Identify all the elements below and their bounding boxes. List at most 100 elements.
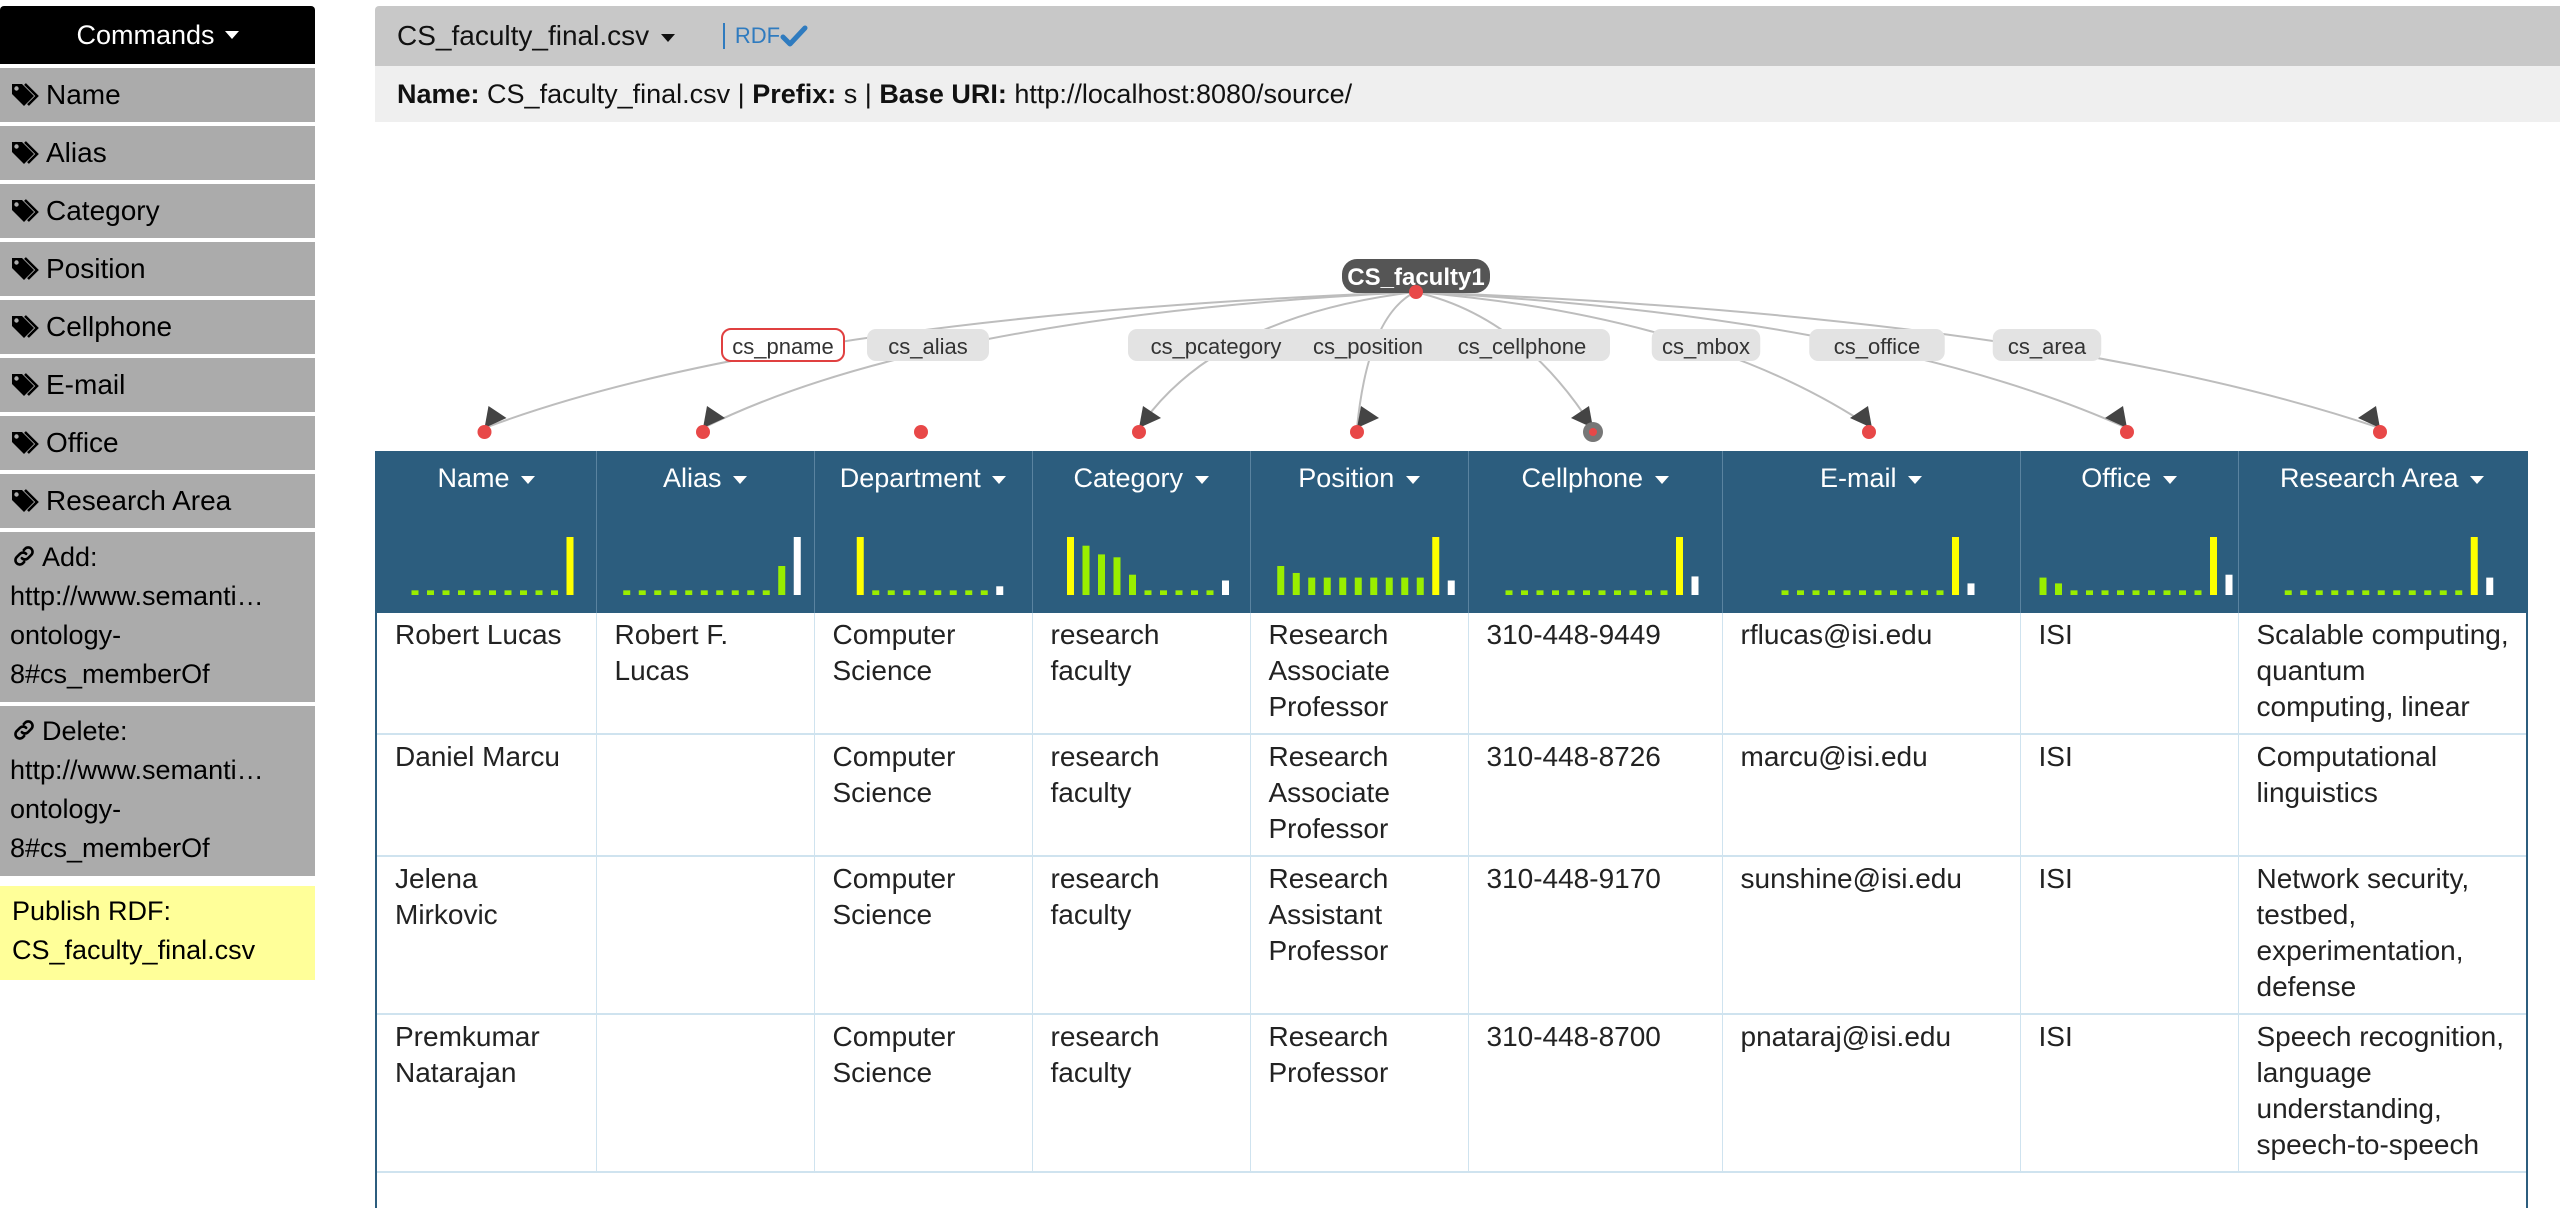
prefix-value: s: [843, 78, 858, 109]
graph-column-node[interactable]: [477, 425, 492, 439]
histogram-bar: [1400, 577, 1408, 595]
sidebar-item-office[interactable]: Office: [0, 416, 315, 470]
table-cell[interactable]: [596, 856, 815, 1015]
table-cell[interactable]: rflucas@isi.edu: [1722, 613, 2021, 735]
table-cell[interactable]: Research Associate Professor: [1250, 613, 1469, 735]
graph-column-node[interactable]: [1862, 425, 1876, 439]
table-cell[interactable]: Computer Science: [814, 1014, 1033, 1173]
table-cell[interactable]: [596, 734, 815, 857]
column-header-department[interactable]: Department: [814, 451, 1033, 613]
sidebar-item-name[interactable]: Name: [0, 68, 315, 122]
graph-column-node[interactable]: [914, 425, 928, 439]
delete-command[interactable]: Delete: http://www.semanti… ontology- 8#…: [0, 706, 315, 876]
column-header-e-mail[interactable]: E-mail: [1722, 451, 2021, 613]
graph-column-node[interactable]: [2373, 425, 2387, 439]
table-cell[interactable]: pnataraj@isi.edu: [1722, 1014, 2021, 1173]
property-label-cs-mbox[interactable]: cs_mbox: [1651, 329, 1761, 361]
graph-column-node[interactable]: [2120, 425, 2134, 439]
column-header-menu[interactable]: E-mail: [1723, 463, 2020, 494]
worksheet-title-menu[interactable]: CS_faculty_final.csv: [397, 20, 675, 52]
column-header-office[interactable]: Office: [2020, 451, 2239, 613]
table-cell[interactable]: research faculty: [1032, 1014, 1251, 1173]
class-node-root[interactable]: CS_faculty1: [1342, 259, 1490, 299]
tags-icon: [12, 431, 39, 454]
property-label-cs-position[interactable]: cs_position: [1286, 329, 1450, 361]
table-cell[interactable]: Computational linguistics: [2238, 734, 2526, 857]
rdf-status[interactable]: RDF: [722, 23, 808, 49]
table-cell[interactable]: ISI: [2020, 734, 2239, 857]
histogram-bar: [1567, 590, 1574, 595]
property-label-cs-pcategory[interactable]: cs_pcategory: [1128, 329, 1304, 361]
graph-column-node[interactable]: [1132, 425, 1146, 439]
caret-down-icon: [224, 31, 239, 39]
histogram-bar: [2392, 590, 2400, 595]
property-label-cs-cellphone[interactable]: cs_cellphone: [1434, 329, 1610, 361]
property-label-cs-alias[interactable]: cs_alias: [867, 329, 989, 361]
table-cell[interactable]: Computer Science: [814, 856, 1033, 1015]
graph-column-node[interactable]: [1350, 425, 1364, 439]
table-cell[interactable]: ISI: [2020, 1014, 2239, 1173]
table-cell[interactable]: research faculty: [1032, 734, 1251, 857]
table-cell[interactable]: Speech recognition, language understandi…: [2238, 1014, 2526, 1173]
column-header-menu[interactable]: Alias: [597, 463, 814, 494]
table-cell[interactable]: Robert Lucas: [377, 613, 597, 735]
column-header-menu[interactable]: Research Area: [2239, 463, 2526, 494]
property-label-cs-area[interactable]: cs_area: [1992, 329, 2102, 361]
column-header-position[interactable]: Position: [1250, 451, 1469, 613]
sidebar-item-label: Cellphone: [46, 311, 173, 342]
table-cell[interactable]: Daniel Marcu: [377, 734, 597, 857]
table-cell[interactable]: Research Assistant Professor: [1250, 856, 1469, 1015]
sidebar-item-category[interactable]: Category: [0, 184, 315, 238]
table-cell[interactable]: research faculty: [1032, 613, 1251, 735]
column-header-alias[interactable]: Alias: [596, 451, 815, 613]
table-cell[interactable]: ISI: [2020, 613, 2239, 735]
table-cell[interactable]: Computer Science: [814, 734, 1033, 857]
property-label-cs-office[interactable]: cs_office: [1809, 329, 1945, 361]
column-header-menu[interactable]: Category: [1033, 463, 1250, 494]
column-header-menu[interactable]: Office: [2021, 463, 2238, 494]
property-label-text: cs_position: [1313, 334, 1423, 359]
column-header-cellphone[interactable]: Cellphone: [1468, 451, 1723, 613]
column-header-category[interactable]: Category: [1032, 451, 1251, 613]
table-cell[interactable]: Computer Science: [814, 613, 1033, 735]
property-label-text: cs_office: [1834, 334, 1920, 359]
column-header-menu[interactable]: Name: [377, 463, 596, 494]
table-cell[interactable]: ISI: [2020, 856, 2239, 1015]
column-header-research-area[interactable]: Research Area: [2238, 451, 2526, 613]
sidebar-item-research-area[interactable]: Research Area: [0, 474, 315, 528]
table-row: Robert Lucas Robert F. Lucas Computer Scie…: [377, 613, 2526, 735]
arrowhead-icon: [484, 406, 507, 428]
histogram-bar: [551, 590, 558, 595]
column-header-menu[interactable]: Cellphone: [1469, 463, 1722, 494]
table-cell[interactable]: 310-448-9170: [1468, 856, 1723, 1015]
sidebar-item-e-mail[interactable]: E-mail: [0, 358, 315, 412]
table-cell[interactable]: marcu@isi.edu: [1722, 734, 2021, 857]
sidebar-item-position[interactable]: Position: [0, 242, 315, 296]
column-header-menu[interactable]: Position: [1251, 463, 1468, 494]
table-cell[interactable]: Premkumar Natarajan: [377, 1014, 597, 1173]
table-cell[interactable]: 310-448-8726: [1468, 734, 1723, 857]
table-cell[interactable]: [596, 1014, 815, 1173]
table-cell[interactable]: 310-448-9449: [1468, 613, 1723, 735]
publish-rdf-command[interactable]: Publish RDF: CS_faculty_final.csv: [0, 886, 315, 980]
table-cell[interactable]: Jelena Mirkovic: [377, 856, 597, 1015]
table-cell[interactable]: Scalable computing, quantum computing, l…: [2238, 613, 2526, 735]
table-cell[interactable]: 310-448-8700: [1468, 1014, 1723, 1173]
table-cell[interactable]: Research Professor: [1250, 1014, 1469, 1173]
graph-column-node[interactable]: [1583, 422, 1603, 442]
column-header-menu[interactable]: Department: [815, 463, 1032, 494]
graph-column-node[interactable]: [696, 425, 710, 439]
table-cell[interactable]: Robert F. Lucas: [596, 613, 815, 735]
histogram-bar: [1505, 590, 1512, 595]
table-cell[interactable]: Research Associate Professor: [1250, 734, 1469, 857]
commands-menu-button[interactable]: Commands: [0, 6, 315, 64]
sidebar-item-alias[interactable]: Alias: [0, 126, 315, 180]
column-header-name[interactable]: Name: [377, 451, 597, 613]
table-cell[interactable]: research faculty: [1032, 856, 1251, 1015]
histogram-bar: [2116, 590, 2124, 595]
table-cell[interactable]: Network security, testbed, experimentati…: [2238, 856, 2526, 1015]
property-label-cs-pname[interactable]: cs_pname: [721, 328, 845, 362]
table-cell[interactable]: sunshine@isi.edu: [1722, 856, 2021, 1015]
sidebar-item-cellphone[interactable]: Cellphone: [0, 300, 315, 354]
add-command[interactable]: Add: http://www.semanti… ontology- 8#cs_…: [0, 532, 315, 702]
